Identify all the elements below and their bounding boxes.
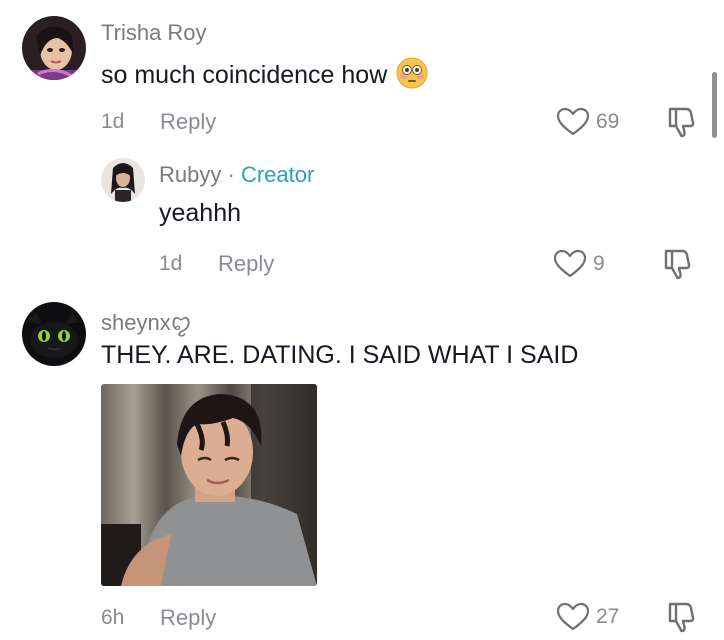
like-count: 27 <box>596 605 620 628</box>
comment-author[interactable]: sheynxꨄ <box>101 305 191 338</box>
comment-timestamp: 1d <box>159 252 183 275</box>
author-suffix-symbol: ꨄ <box>170 310 192 335</box>
comment-text-body: so much coincidence how <box>101 61 388 89</box>
avatar-image-rubyy <box>101 158 145 202</box>
comment-timestamp: 1d <box>101 110 125 133</box>
flushed-face-emoji-icon <box>396 57 428 96</box>
reply-button[interactable]: Reply <box>160 605 216 631</box>
comment-text: so much coincidence how <box>101 57 428 96</box>
avatar[interactable] <box>22 302 86 366</box>
thumbs-down-icon <box>668 602 695 633</box>
comment-timestamp: 6h <box>101 606 125 629</box>
avatar[interactable] <box>22 16 86 80</box>
avatar[interactable] <box>101 158 145 202</box>
comment-attached-photo[interactable] <box>101 384 317 586</box>
avatar-image-sheynx <box>22 302 86 366</box>
dislike-button[interactable] <box>666 600 696 639</box>
like-button[interactable]: 69 <box>556 107 619 137</box>
heart-icon <box>556 107 590 136</box>
scrollbar[interactable] <box>712 72 717 138</box>
creator-badge: Creator <box>240 162 315 187</box>
separator-dot: · <box>227 162 235 187</box>
heart-icon <box>553 249 587 278</box>
avatar-image-trisha <box>22 16 86 80</box>
attached-photo-image <box>101 384 317 586</box>
like-count: 9 <box>593 252 605 275</box>
comment-author[interactable]: Trisha Roy <box>101 20 207 46</box>
comment-text: THEY. ARE. DATING. I SAID WHAT I SAID <box>101 341 579 369</box>
comment-text: yeahhh <box>159 199 242 227</box>
heart-icon <box>556 602 590 631</box>
thumbs-down-icon <box>668 107 695 138</box>
thumbs-down-icon <box>664 249 691 280</box>
dislike-button[interactable] <box>666 105 696 144</box>
author-name: sheynx <box>101 310 171 335</box>
comment-author[interactable]: Rubyy · Creator <box>159 162 314 188</box>
like-button[interactable]: 9 <box>553 249 605 279</box>
reply-button[interactable]: Reply <box>218 251 274 277</box>
like-count: 69 <box>596 110 620 133</box>
author-name: Rubyy <box>159 162 222 187</box>
reply-button[interactable]: Reply <box>160 109 216 135</box>
like-button[interactable]: 27 <box>556 602 619 632</box>
dislike-button[interactable] <box>662 247 692 286</box>
